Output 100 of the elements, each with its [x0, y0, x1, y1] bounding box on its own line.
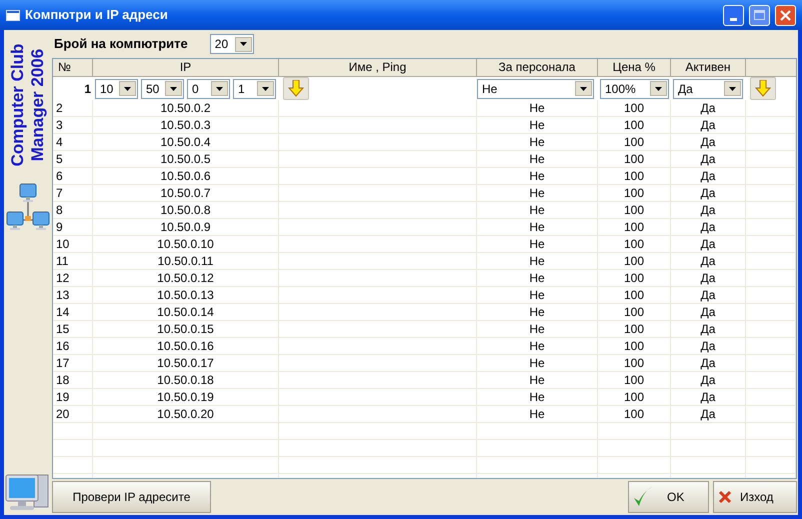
ip-octet-select[interactable]: 10: [95, 78, 138, 98]
table-cell: Не: [477, 202, 598, 219]
table-cell: 15: [53, 321, 93, 338]
table-cell: 100: [598, 338, 671, 355]
row-number: 1: [83, 80, 92, 98]
table-cell: 100: [598, 168, 671, 185]
dropdown-button[interactable]: [650, 81, 667, 96]
dropdown-button[interactable]: [119, 81, 136, 96]
table-cell: 10.50.0.9: [93, 219, 279, 236]
table-cell: Да: [671, 202, 746, 219]
table-cell: Не: [477, 168, 598, 185]
table-cell: 3: [53, 117, 93, 134]
table-cell: 20: [53, 406, 93, 423]
fill-down-button[interactable]: [750, 77, 776, 100]
dropdown-button[interactable]: [575, 81, 592, 96]
down-arrow-icon: [755, 80, 771, 97]
price-select[interactable]: 100%: [600, 78, 669, 98]
table-cell: Да: [671, 355, 746, 372]
table-cell: 10.50.0.2: [93, 100, 279, 117]
exit-button[interactable]: Изход: [713, 481, 797, 513]
table-cell: Не: [477, 406, 598, 423]
table-cell: Да: [671, 270, 746, 287]
table-cell: 5: [53, 151, 93, 168]
dropdown-button[interactable]: [257, 81, 274, 96]
dropdown-button[interactable]: [211, 81, 228, 96]
table-cell: 100: [598, 253, 671, 270]
table-cell: Не: [477, 117, 598, 134]
close-icon: [780, 10, 791, 20]
table-cell: 18: [53, 372, 93, 389]
ip-octet-select[interactable]: 50: [141, 78, 184, 98]
table-cell: 10.50.0.4: [93, 134, 279, 151]
table-cell: Да: [671, 185, 746, 202]
table-cell: 100: [598, 151, 671, 168]
table-cell: Да: [671, 100, 746, 117]
column-header[interactable]: Активен: [671, 59, 746, 77]
minimize-button[interactable]: [723, 4, 744, 26]
caret-icon: [216, 86, 223, 90]
table-cell: Не: [477, 253, 598, 270]
table-cell: 10.50.0.16: [93, 338, 279, 355]
ok-button[interactable]: OK: [628, 481, 709, 513]
table-cell: Не: [477, 185, 598, 202]
table-cell: Не: [477, 321, 598, 338]
dropdown-button[interactable]: [165, 81, 182, 96]
table-cell: 10.50.0.12: [93, 270, 279, 287]
table-cell: Да: [671, 134, 746, 151]
table-cell: 10.50.0.19: [93, 389, 279, 406]
column-header[interactable]: №: [53, 59, 93, 77]
down-arrow-icon: [288, 80, 304, 97]
table-cell: 10.50.0.13: [93, 287, 279, 304]
table-cell: 10.50.0.17: [93, 355, 279, 372]
table-cell: Да: [671, 338, 746, 355]
column-header[interactable]: За персонала: [477, 59, 598, 77]
table-cell: 17: [53, 355, 93, 372]
table-cell: 100: [598, 202, 671, 219]
ip-octet-select[interactable]: 1: [233, 78, 276, 98]
fill-down-button[interactable]: [283, 77, 309, 100]
table-cell: 100: [598, 100, 671, 117]
active-select[interactable]: Да: [673, 78, 743, 98]
table-cell: [53, 440, 93, 457]
column-header[interactable]: Име , Ping: [279, 59, 477, 77]
caret-icon: [262, 86, 269, 90]
ip-octet-select[interactable]: 0: [187, 78, 230, 98]
table-cell: 9: [53, 219, 93, 236]
table-cell: Не: [477, 219, 598, 236]
caret-icon: [655, 86, 662, 90]
table-cell: 100: [598, 406, 671, 423]
staff-select[interactable]: Не: [477, 78, 594, 98]
table-cell: 10.50.0.5: [93, 151, 279, 168]
computer-count-label: Брой на компютрите: [54, 35, 188, 54]
table-cell: Да: [671, 287, 746, 304]
column-header[interactable]: IP: [93, 59, 279, 77]
table-cell: Не: [477, 236, 598, 253]
table-cell: 100: [598, 134, 671, 151]
table-cell: Да: [671, 304, 746, 321]
maximize-button[interactable]: [749, 4, 770, 26]
table-cell: Да: [671, 321, 746, 338]
table-cell: 100: [598, 304, 671, 321]
table-cell: [53, 423, 93, 440]
check-ip-button[interactable]: Провери IP адресите: [52, 481, 211, 513]
caret-icon: [580, 86, 587, 90]
table-cell: 2: [53, 100, 93, 117]
close-button[interactable]: [775, 4, 796, 26]
table-cell: Да: [671, 219, 746, 236]
table-cell: 10.50.0.8: [93, 202, 279, 219]
table-cell: 10.50.0.14: [93, 304, 279, 321]
dropdown-button[interactable]: [724, 81, 741, 96]
table-cell: 100: [598, 372, 671, 389]
table-cell: 10.50.0.6: [93, 168, 279, 185]
table-cell: Не: [477, 372, 598, 389]
table-cell: 10.50.0.7: [93, 185, 279, 202]
table-cell: 10.50.0.20: [93, 406, 279, 423]
table-cell: Не: [477, 151, 598, 168]
dropdown-button[interactable]: [234, 36, 252, 52]
table-cell: 19: [53, 389, 93, 406]
column-header[interactable]: Цена %: [598, 59, 671, 77]
computer-count-select[interactable]: 20: [210, 34, 254, 54]
table-cell: Не: [477, 389, 598, 406]
caret-icon: [170, 86, 177, 90]
table-cell: 6: [53, 168, 93, 185]
table-cell: Не: [477, 134, 598, 151]
